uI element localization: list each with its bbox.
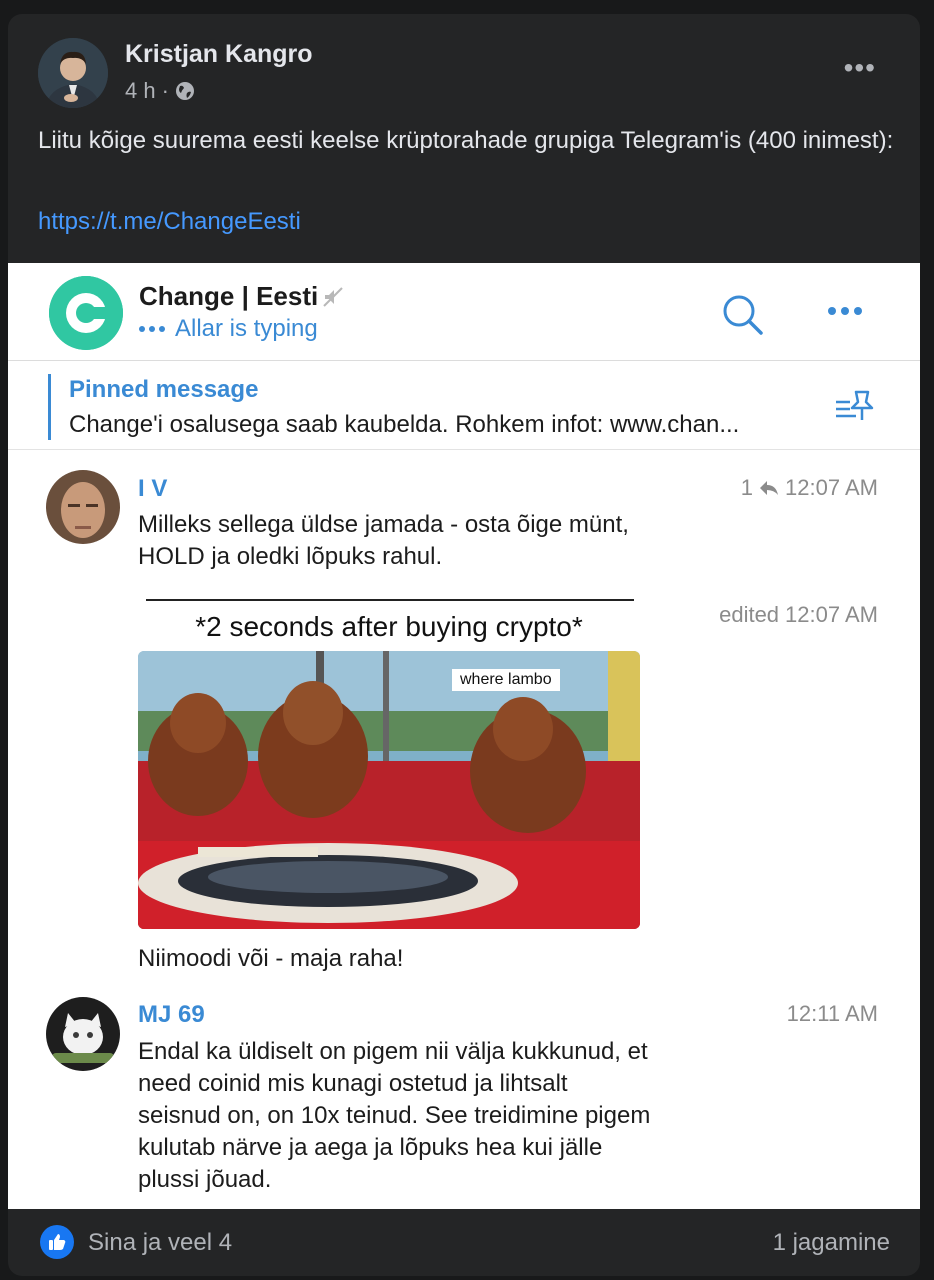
post-more-options-icon[interactable]: ••• [844,54,876,82]
message-text-mj69: Endal ka üldiselt on pigem nii välja kuk… [138,1036,650,1196]
message-line: plussi jõuad. [138,1166,272,1193]
search-icon[interactable] [721,293,765,337]
message-author-mj69[interactable]: MJ 69 [138,1001,205,1029]
orangutan-meme-picture: where lambo [138,651,640,929]
message-time-edited: edited 12:07 AM [719,602,878,628]
message-time-mj69: 12:11 AM [787,1001,878,1027]
change-logo-icon [49,276,123,350]
facebook-post-card: Kristjan Kangro 4 h · ••• Liitu kõige su… [8,14,920,1276]
chat-more-icon[interactable] [828,307,862,315]
pinned-message-bar[interactable]: Pinned message Change'i osalusega saab k… [8,362,920,450]
pinned-list-icon[interactable] [834,388,878,426]
telegram-chat-header: Change | Eesti Allar is typing [8,263,920,361]
typing-status: Allar is typing [139,315,318,343]
post-link[interactable]: https://t.me/ChangeEesti [38,208,301,236]
reactions-count[interactable]: Sina ja veel 4 [88,1229,232,1257]
chat-title: Change | Eesti [139,281,344,312]
message-line: HOLD ja oledki lõpuks rahul. [138,543,443,570]
message-text-meme: Niimoodi või - maja raha! [138,945,404,972]
user-avatar-mj69[interactable] [46,997,120,1071]
message-line: Milleks sellega üldse jamada - osta õige… [138,511,629,538]
author-avatar[interactable] [38,38,108,108]
post-timestamp[interactable]: 4 h · [125,78,195,104]
user-avatar-iv[interactable] [46,470,120,544]
message-author-iv[interactable]: I V [138,475,167,503]
time-text: 12:07 AM [785,602,878,627]
meme-divider [146,599,634,601]
post-time-text: 4 h [125,78,156,103]
meme-image[interactable]: *2 seconds after buying crypto* where la… [138,597,640,931]
shares-count[interactable]: 1 jagamine [773,1229,890,1257]
pinned-title: Pinned message [69,376,259,403]
message-line: kulutab närve ja aega ja lõpuks hea kui … [138,1134,603,1161]
message-time-iv: 1 12:07 AM [741,475,878,501]
time-text: 12:07 AM [785,475,878,500]
pinned-indicator [48,374,51,440]
time-text: 12:11 AM [786,1001,878,1026]
pinned-text: Change'i osalusega saab kaubelda. Rohkem… [69,411,740,438]
message-line: Endal ka üldiselt on pigem nii välja kuk… [138,1038,648,1065]
time-separator: · [161,78,169,103]
edited-label: edited [719,602,780,627]
globe-icon [175,82,194,100]
like-reaction-icon[interactable] [40,1225,74,1259]
typing-status-text: Allar is typing [175,315,318,342]
telegram-screenshot[interactable]: Change | Eesti Allar is typing Pinned me… [8,263,920,1209]
mute-icon [323,286,343,307]
post-text: Liitu kõige suurema eesti keelse krüptor… [38,127,894,154]
chat-title-text: Change | Eesti [139,281,319,311]
reply-count: 1 [740,475,754,500]
meme-caption: *2 seconds after buying crypto* [195,611,583,642]
reply-icon [760,481,779,495]
message-line: need coinid mis kunagi ostetud ja lihtsa… [138,1070,568,1097]
message-text-iv: Milleks sellega üldse jamada - osta õige… [138,509,629,573]
message-line: seisnud on, on 10x teinud. See treidimin… [138,1102,651,1129]
meme-sign-text: where lambo [452,669,560,691]
post-footer: Sina ja veel 4 1 jagamine [8,1209,920,1276]
typing-dots-icon [139,326,165,332]
author-name[interactable]: Kristjan Kangro [125,40,313,69]
